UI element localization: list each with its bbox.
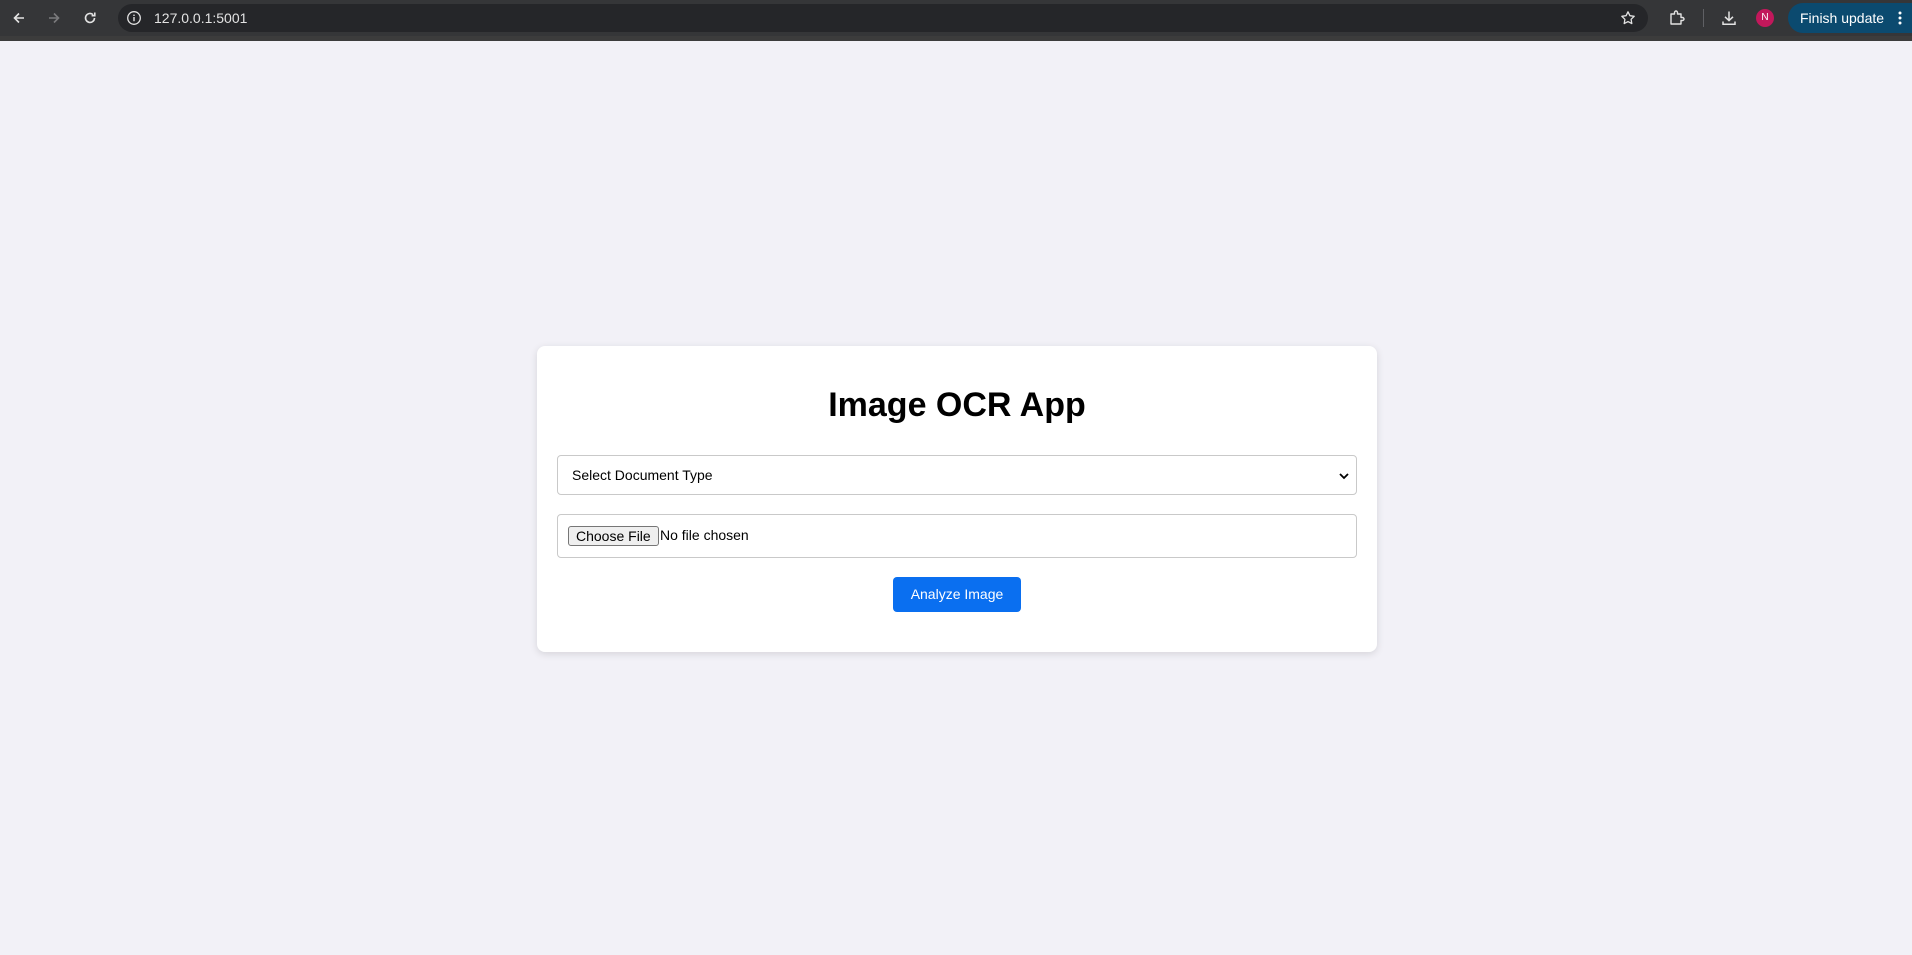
reload-icon[interactable] — [79, 7, 101, 29]
download-icon[interactable] — [1720, 9, 1738, 27]
puzzle-icon[interactable] — [1668, 9, 1686, 27]
info-icon[interactable] — [126, 10, 142, 26]
url-text[interactable]: 127.0.0.1:5001 — [154, 10, 247, 26]
kebab-menu-icon[interactable] — [1898, 11, 1902, 25]
toolbar-divider — [1703, 9, 1704, 27]
file-status: No file chosen — [660, 527, 749, 543]
chevron-down-icon — [1339, 473, 1349, 480]
back-arrow-icon[interactable] — [8, 7, 30, 29]
address-bar[interactable]: 127.0.0.1:5001 — [118, 4, 1648, 32]
finish-update-button[interactable]: Finish update — [1788, 3, 1912, 33]
page-title: Image OCR App — [828, 386, 1086, 424]
star-icon[interactable] — [1620, 10, 1636, 26]
profile-avatar[interactable]: N — [1756, 9, 1774, 27]
forward-arrow-icon[interactable] — [43, 7, 65, 29]
finish-update-label: Finish update — [1800, 10, 1885, 26]
choose-file-button[interactable]: Choose File — [568, 526, 659, 546]
document-type-selected: Select Document Type — [572, 467, 713, 483]
browser-toolbar: 127.0.0.1:5001 N Finish update — [0, 0, 1912, 41]
image-file-input[interactable]: Choose File No file chosen — [557, 514, 1357, 558]
ocr-card: Image OCR App Select Document Type Choos… — [537, 346, 1377, 652]
analyze-image-button[interactable]: Analyze Image — [893, 577, 1021, 612]
document-type-select[interactable]: Select Document Type — [557, 455, 1357, 495]
